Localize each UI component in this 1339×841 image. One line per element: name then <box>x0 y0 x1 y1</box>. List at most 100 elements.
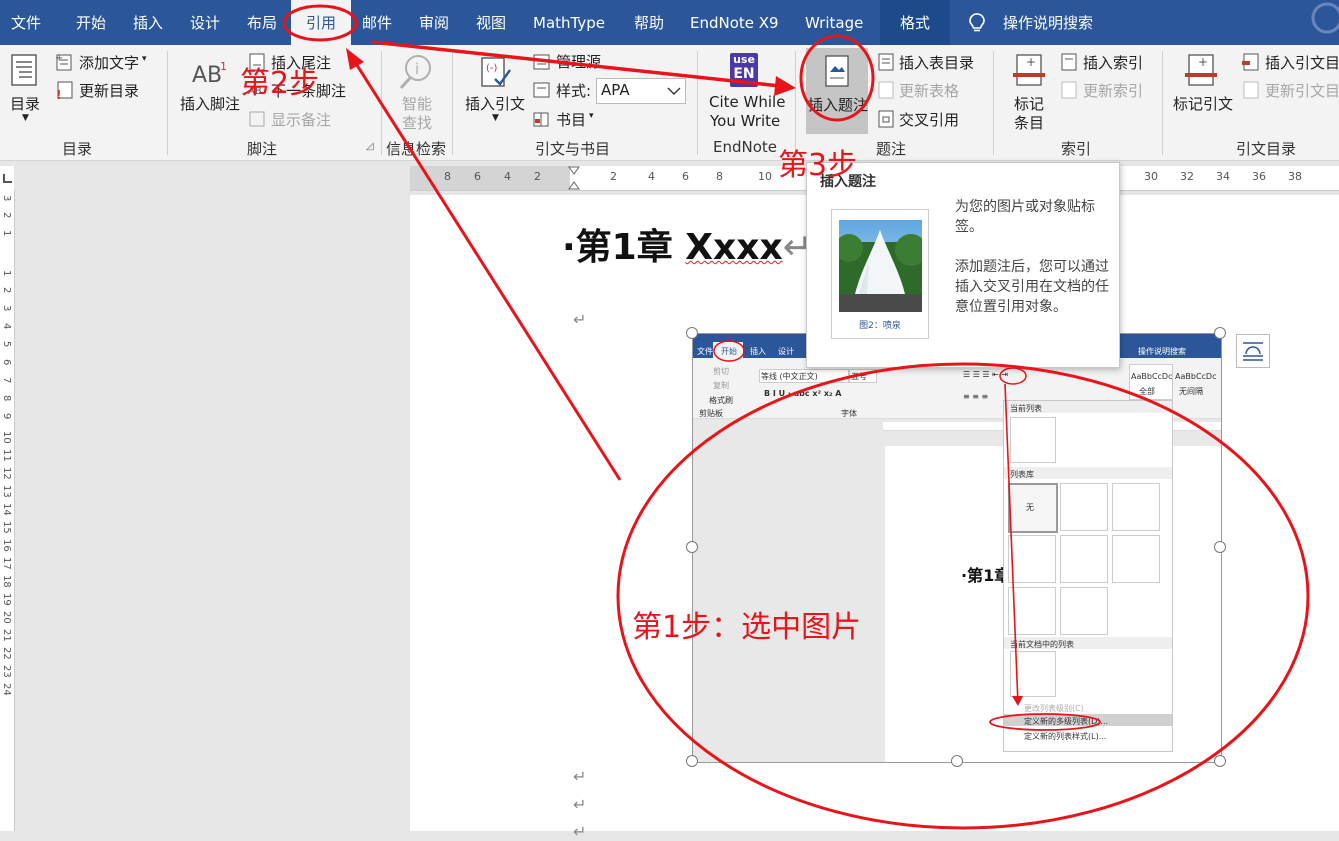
ruler-tick: 11 <box>1 449 12 462</box>
svg-text:+: + <box>1026 55 1036 69</box>
ruler-tick: 23 <box>1 665 12 678</box>
dialog-launcher-icon[interactable]: ◿ <box>366 141 374 152</box>
layout-options-button[interactable] <box>1236 334 1270 368</box>
group-label-index: 索引 <box>1061 140 1092 158</box>
update-index-icon <box>1061 81 1077 99</box>
tab-mailings[interactable]: 邮件 <box>362 0 392 45</box>
ruler-tick: 30 <box>1144 170 1158 183</box>
tab-help[interactable]: 帮助 <box>634 0 664 45</box>
endnote-badge-bottom: EN <box>733 66 755 82</box>
fountain-image-icon <box>839 220 922 312</box>
ruler-tick: 12 <box>1 467 12 480</box>
update-toa-icon <box>1243 81 1259 99</box>
insert-index-button[interactable]: 插入索引 <box>1083 52 1143 73</box>
account-logo-icon[interactable] <box>1293 0 1339 45</box>
ruler-margin <box>410 166 570 190</box>
tab-format[interactable]: 格式 <box>880 0 950 45</box>
insert-caption-label: 插入题注 <box>808 96 869 114</box>
cite-while-you-write-button[interactable]: Cite While <box>709 93 785 111</box>
ruler-tick: 1 <box>1 270 12 277</box>
ruler-tick: 2 <box>1 212 12 219</box>
resize-handle[interactable] <box>1214 541 1226 553</box>
ruler-tick: 20 <box>1 611 12 624</box>
tab-view[interactable]: 视图 <box>476 0 506 45</box>
indent-marker-icon[interactable] <box>568 166 580 190</box>
tab-writage[interactable]: Writage <box>805 0 863 45</box>
resize-handle[interactable] <box>686 327 698 339</box>
update-toa-button[interactable]: 更新引文目 <box>1265 80 1339 101</box>
svg-text:1: 1 <box>220 60 227 73</box>
smart-lookup-icon: i <box>399 55 431 90</box>
manage-sources-icon <box>533 54 550 70</box>
vertical-ruler[interactable]: 3 2 1 1 2 3 4 5 6 7 8 9 10 11 12 13 14 1… <box>0 190 15 831</box>
insert-table-of-figures-button[interactable]: 插入表目录 <box>899 52 974 73</box>
ruler-tick: 32 <box>1180 170 1194 183</box>
insert-citation-icon: (-) <box>481 57 511 87</box>
ruler-tick: 1 <box>1 230 12 237</box>
update-table-icon <box>878 81 894 99</box>
tab-home[interactable]: 开始 <box>76 0 106 45</box>
insert-toa-icon <box>1242 53 1259 71</box>
group-label-footnotes: 脚注 <box>247 140 278 158</box>
chevron-down-icon: ▼ <box>22 113 29 123</box>
show-notes-button[interactable]: 显示备注 <box>271 109 331 130</box>
ruler-tick: 22 <box>1 647 12 660</box>
mark-entry-button[interactable]: 标记 <box>1014 93 1044 114</box>
tab-review[interactable]: 审阅 <box>419 0 449 45</box>
style-select-value: APA <box>601 81 630 99</box>
bibliography-button[interactable]: 书目 <box>556 109 586 130</box>
update-index-button[interactable]: 更新索引 <box>1083 80 1143 101</box>
update-table-figures-button[interactable]: 更新表格 <box>899 80 959 101</box>
add-text-icon: + <box>55 53 72 71</box>
insert-caption-icon <box>825 55 849 87</box>
chevron-down-icon: ▾ <box>142 54 147 64</box>
tab-file[interactable]: 文件 <box>11 0 41 45</box>
resize-handle[interactable] <box>686 755 698 767</box>
ruler-tick: 10 <box>1 431 12 444</box>
paragraph-mark: ↵ <box>573 767 587 786</box>
resize-handle[interactable] <box>1214 327 1226 339</box>
tooltip-description: 为您的图片或对象贴标签。 <box>955 199 1095 235</box>
insert-index-icon <box>1061 53 1077 71</box>
tab-references[interactable]: 引用 <box>291 0 352 45</box>
ruler-tick: 19 <box>1 593 12 606</box>
ruler-tick: 34 <box>1216 170 1230 183</box>
tab-insert[interactable]: 插入 <box>133 0 163 45</box>
group-separator <box>697 51 698 155</box>
ruler-tick: 6 <box>474 170 481 183</box>
style-select[interactable]: APA <box>596 78 686 104</box>
chapter-heading[interactable]: ·第1章 Xxxx↵ <box>562 218 813 270</box>
annotation-step1: 第1步：选中图片 <box>632 610 862 645</box>
tab-layout[interactable]: 布局 <box>247 0 277 45</box>
resize-handle[interactable] <box>686 541 698 553</box>
resize-handle[interactable] <box>1214 755 1226 767</box>
update-table-button[interactable]: 更新目录 <box>79 80 139 101</box>
svg-text:+: + <box>55 53 63 64</box>
ruler-corner[interactable] <box>0 166 14 190</box>
selected-picture[interactable]: 文件 开始 插入 设计 操作说明搜索 剪切 复制 格式刷 剪贴板 等线 (中文正… <box>692 333 1222 763</box>
manage-sources-button[interactable]: 管理源 <box>556 51 601 72</box>
style-icon <box>533 82 550 98</box>
cross-reference-button[interactable]: 交叉引用 <box>899 109 959 130</box>
add-text-button[interactable]: 添加文字 <box>79 52 139 73</box>
paragraph-mark: ↵ <box>573 795 587 814</box>
insert-caption-button[interactable]: 插入题注 <box>806 48 868 134</box>
group-separator <box>1162 51 1163 155</box>
tab-design[interactable]: 设计 <box>190 0 220 45</box>
mark-citation-button[interactable]: 标记引文 <box>1173 93 1233 114</box>
toc-button[interactable]: 目录 <box>10 93 40 114</box>
ruler-tick: 7 <box>1 377 12 384</box>
tab-stop-icon <box>3 174 12 183</box>
smart-lookup-button[interactable]: 智能 <box>402 93 432 114</box>
ruler-tick: 4 <box>648 170 655 183</box>
annotation-step3: 第3步 <box>778 148 858 183</box>
mark-entry-icon: + <box>1013 54 1045 86</box>
bibliography-icon <box>533 112 549 127</box>
resize-handle[interactable] <box>951 755 963 767</box>
tab-mathtype[interactable]: MathType <box>533 0 605 45</box>
insert-footnote-button[interactable]: 插入脚注 <box>180 93 240 114</box>
insert-toa-button[interactable]: 插入引文目 <box>1265 52 1339 73</box>
tab-endnote[interactable]: EndNote X9 <box>690 0 779 45</box>
paragraph-mark: ↵ <box>573 310 587 329</box>
insert-citation-button[interactable]: 插入引文 <box>465 93 525 114</box>
